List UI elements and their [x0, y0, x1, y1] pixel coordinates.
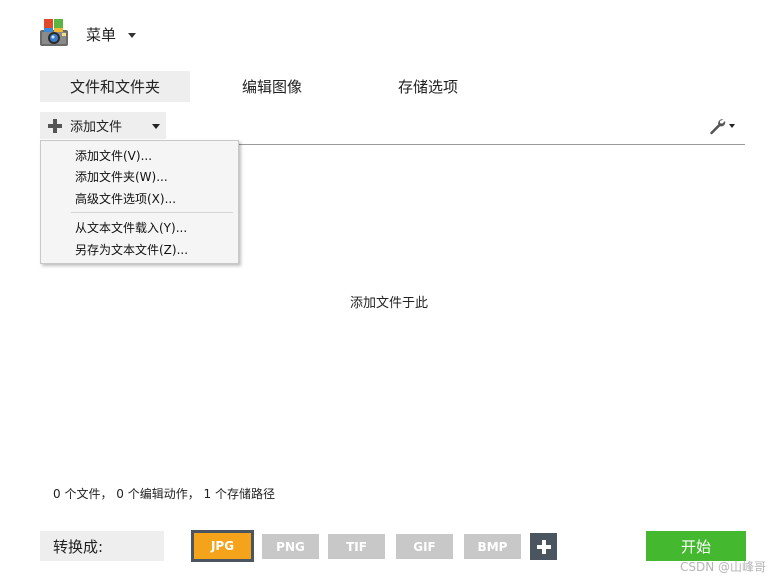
menu-item-load-from-text[interactable]: 从文本文件载入(Y)... — [75, 219, 187, 236]
menu-label: 菜单 — [86, 25, 117, 44]
drop-area[interactable]: 添加文件于此 — [0, 292, 784, 311]
tab-edit-images[interactable]: 编辑图像 — [210, 71, 334, 102]
convert-to-label: 转换成: — [40, 531, 164, 561]
format-bmp-button[interactable]: BMP — [464, 534, 521, 559]
menu-button[interactable]: 菜单 — [86, 22, 137, 46]
format-jpg-button[interactable]: JPG — [191, 530, 254, 562]
chevron-down-icon — [152, 124, 160, 129]
tab-files-folders[interactable]: 文件和文件夹 — [40, 71, 190, 102]
add-file-button[interactable]: 添加文件 — [40, 112, 166, 139]
plus-icon — [536, 539, 551, 554]
format-label: GIF — [413, 539, 436, 554]
settings-button[interactable] — [708, 117, 740, 135]
camera-app-icon[interactable] — [38, 16, 72, 50]
format-label: JPG — [210, 539, 235, 553]
menu-item-save-as-text[interactable]: 另存为文本文件(Z)... — [75, 241, 188, 258]
add-format-button[interactable] — [530, 533, 557, 560]
drop-hint-text: 添加文件于此 — [349, 296, 428, 311]
menu-separator — [71, 212, 233, 213]
menu-item-add-folder[interactable]: 添加文件夹(W)... — [75, 168, 168, 185]
add-file-dropdown: 添加文件(V)... 添加文件夹(W)... 高级文件选项(X)... 从文本文… — [40, 140, 239, 264]
format-label: PNG — [276, 539, 305, 554]
watermark-text: CSDN @山峰哥 — [680, 560, 767, 574]
chevron-down-icon — [729, 124, 735, 128]
format-label: BMP — [477, 539, 508, 554]
tab-label: 编辑图像 — [241, 78, 302, 96]
chevron-down-icon — [128, 32, 137, 38]
add-file-label: 添加文件 — [70, 120, 123, 135]
status-text: 0 个文件， 0 个编辑动作， 1 个存储路径 — [53, 487, 275, 501]
tab-label: 文件和文件夹 — [69, 78, 160, 96]
start-button[interactable]: 开始 — [646, 531, 746, 561]
convert-label-text: 转换成: — [53, 537, 104, 556]
menu-item-advanced-file-options[interactable]: 高级文件选项(X)... — [75, 190, 176, 207]
wrench-icon — [710, 119, 726, 135]
menu-item-add-files[interactable]: 添加文件(V)... — [75, 147, 152, 164]
format-gif-button[interactable]: GIF — [396, 534, 453, 559]
format-png-button[interactable]: PNG — [262, 534, 319, 559]
plus-icon — [48, 118, 62, 133]
start-label: 开始 — [680, 537, 711, 556]
tab-storage-options[interactable]: 存储选项 — [366, 71, 490, 102]
format-label: TIF — [346, 539, 367, 554]
format-tif-button[interactable]: TIF — [328, 534, 385, 559]
tab-label: 存储选项 — [397, 78, 458, 96]
